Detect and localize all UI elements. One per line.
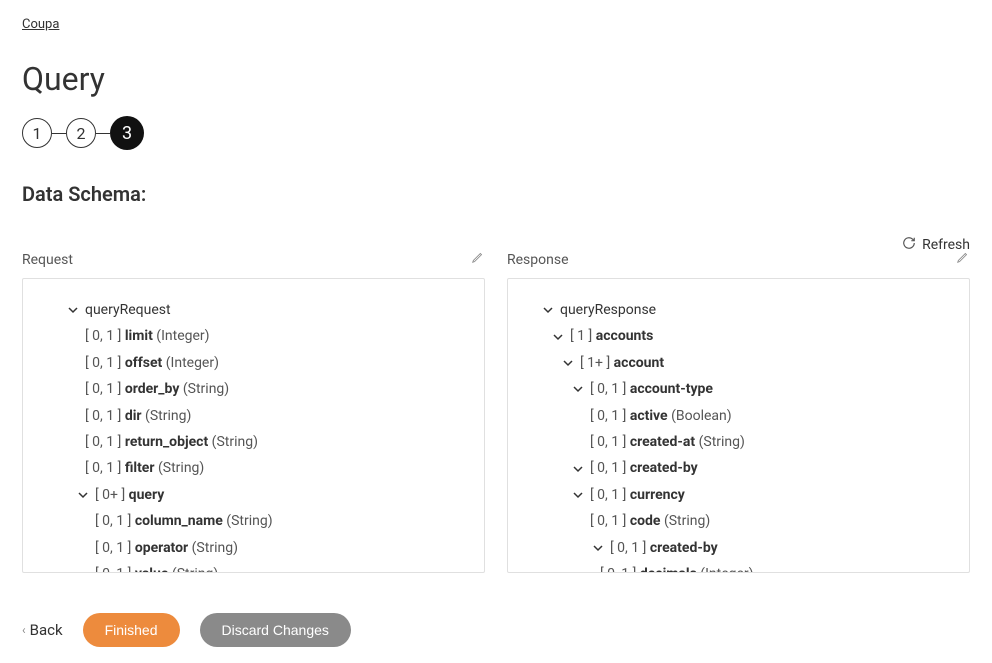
section-title: Data Schema: <box>22 182 970 206</box>
step-1[interactable]: 1 <box>22 118 52 148</box>
footer-actions: ‹ Back Finished Discard Changes <box>22 613 970 647</box>
page-title: Query <box>22 60 970 98</box>
tree-field-type: (Integer) <box>156 325 209 347</box>
chevron-down-icon[interactable] <box>65 302 81 318</box>
stepper: 1 2 3 <box>22 116 970 150</box>
breadcrumb[interactable]: Coupa <box>22 17 59 32</box>
chevron-down-icon[interactable] <box>550 329 566 345</box>
tree-node[interactable]: queryRequest <box>85 299 171 321</box>
step-2[interactable]: 2 <box>66 118 96 148</box>
response-title: Response <box>507 252 569 268</box>
chevron-down-icon[interactable] <box>75 487 91 503</box>
response-column: Response queryResponse [ 1 ] accounts [ … <box>507 246 970 573</box>
chevron-down-icon[interactable] <box>570 487 586 503</box>
finished-button[interactable]: Finished <box>83 613 180 647</box>
discard-button[interactable]: Discard Changes <box>200 613 351 647</box>
step-connector <box>96 133 110 134</box>
back-button[interactable]: ‹ Back <box>22 621 63 639</box>
response-schema-box: queryResponse [ 1 ] accounts [ 1+ ] acco… <box>507 278 970 573</box>
tree-card: [ 0, 1 ] <box>85 325 121 347</box>
back-label: Back <box>30 621 63 639</box>
chevron-down-icon[interactable] <box>570 381 586 397</box>
chevron-left-icon: ‹ <box>22 623 26 637</box>
step-connector <box>52 133 66 134</box>
request-column: Request queryRequest [ 0, 1 ] limit (Int… <box>22 246 485 573</box>
request-schema-box: queryRequest [ 0, 1 ] limit (Integer) [ … <box>22 278 485 573</box>
tree-field-name: limit <box>125 325 153 347</box>
chevron-down-icon[interactable] <box>570 461 586 477</box>
step-3[interactable]: 3 <box>110 116 144 150</box>
chevron-down-icon[interactable] <box>590 540 606 556</box>
chevron-down-icon[interactable] <box>540 302 556 318</box>
request-title: Request <box>22 252 73 268</box>
edit-response-icon[interactable] <box>956 250 970 268</box>
edit-request-icon[interactable] <box>471 250 485 268</box>
tree-node[interactable]: queryResponse <box>560 299 656 321</box>
chevron-down-icon[interactable] <box>560 355 576 371</box>
